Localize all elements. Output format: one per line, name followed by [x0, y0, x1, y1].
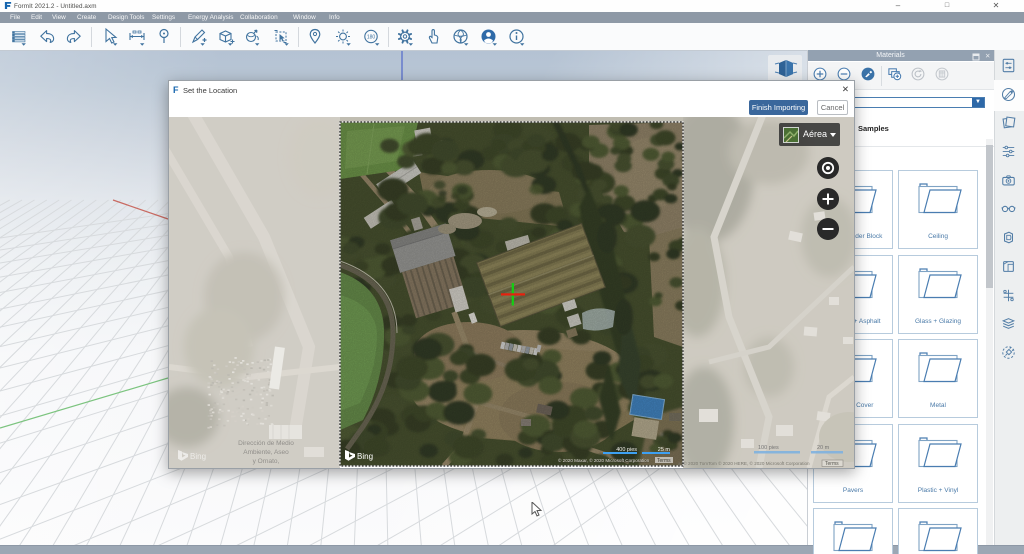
svg-text:180: 180 — [366, 34, 375, 40]
svg-text:y Ornato,: y Ornato, — [253, 458, 280, 465]
svg-text:Ambiente, Aseo: Ambiente, Aseo — [243, 449, 289, 456]
svg-text:Dirección de Medio: Dirección de Medio — [238, 440, 294, 447]
svg-text:Bing: Bing — [357, 452, 373, 461]
svg-text:Terms: Terms — [657, 458, 671, 464]
svg-text:ar © 2020 TomTom © 2020 HERE,: ar © 2020 TomTom © 2020 HERE, © 2020 Mic… — [678, 460, 810, 466]
svg-text:Bing: Bing — [190, 452, 206, 461]
svg-text:Terms: Terms — [825, 461, 839, 467]
svg-text:© 2020 Maxar, © 2020 Microsoft: © 2020 Maxar, © 2020 Microsoft Corporati… — [558, 457, 650, 463]
svg-text:20 m: 20 m — [817, 445, 830, 451]
svg-text:100 pies: 100 pies — [758, 445, 779, 451]
